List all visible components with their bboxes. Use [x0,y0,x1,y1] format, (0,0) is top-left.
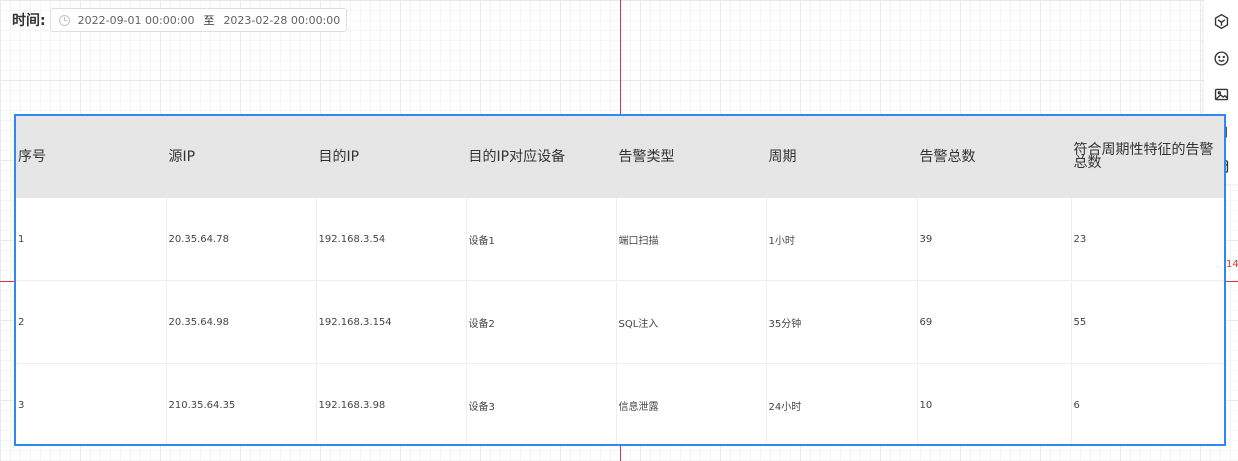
table-cell: 192.168.3.98 [316,363,467,444]
image-icon[interactable] [1212,85,1230,103]
range-separator: 至 [203,14,215,27]
column-header-alert-total[interactable]: 告警总数 [917,116,1072,198]
table-cell: 35分钟 [766,280,918,364]
column-header-alert-type[interactable]: 告警类型 [616,116,767,198]
table-cell: 3 [16,363,167,444]
table-cell: 20.35.64.98 [166,280,317,364]
table-row[interactable]: 3 210.35.64.35 192.168.3.98 设备3 信息泄露 24小… [16,363,1224,444]
table-row[interactable]: 2 20.35.64.98 192.168.3.154 设备2 SQL注入 35… [16,280,1224,364]
table-cell: 210.35.64.35 [166,363,317,444]
table-cell: 24小时 [766,363,918,444]
end-date-input[interactable]: 2023-02-28 00:00:00 [223,14,340,27]
table-cell: 1小时 [766,198,918,281]
table-cell: 192.168.3.154 [316,280,467,364]
table-cell: 192.168.3.54 [316,198,467,281]
alert-table: 序号 源IP 目的IP 目的IP对应设备 告警类型 周期 告警总数 符合周期性特… [14,114,1226,446]
table-cell: 6 [1071,363,1224,444]
cube-icon[interactable] [1212,12,1230,30]
table-cell: 10 [917,363,1072,444]
column-header-device[interactable]: 目的IP对应设备 [466,116,617,198]
table-header-row: 序号 源IP 目的IP 目的IP对应设备 告警类型 周期 告警总数 符合周期性特… [16,116,1224,198]
table-cell: 端口扫描 [616,198,767,281]
table-cell: 23 [1071,198,1224,281]
guide-marker: 14 [1226,259,1238,270]
table-row[interactable]: 1 20.35.64.78 192.168.3.54 设备1 端口扫描 1小时 … [16,198,1224,281]
table-cell: 1 [16,198,167,281]
table-cell: 设备3 [466,363,617,444]
table-cell: 设备1 [466,198,617,281]
table-cell: 55 [1071,280,1224,364]
table-cell: 设备2 [466,280,617,364]
table-cell: SQL注入 [616,280,767,364]
column-header-dest-ip[interactable]: 目的IP [316,116,467,198]
table-cell: 20.35.64.78 [166,198,317,281]
smiley-icon[interactable] [1212,49,1230,67]
table-cell: 69 [917,280,1072,364]
column-header-periodic-total[interactable]: 符合周期性特征的告警总数 [1071,116,1224,198]
start-date-input[interactable]: 2022-09-01 00:00:00 [78,14,195,27]
column-header-period[interactable]: 周期 [766,116,918,198]
time-label: 时间: [12,13,46,29]
column-header-index[interactable]: 序号 [16,116,167,198]
column-header-source-ip[interactable]: 源IP [166,116,317,198]
clock-icon [58,14,70,26]
time-filter: 时间: 2022-09-01 00:00:00 至 2023-02-28 00:… [12,7,347,33]
table-cell: 信息泄露 [616,363,767,444]
table-cell: 2 [16,280,167,364]
date-range-picker[interactable]: 2022-09-01 00:00:00 至 2023-02-28 00:00:0… [49,8,347,32]
table-cell: 39 [917,198,1072,281]
